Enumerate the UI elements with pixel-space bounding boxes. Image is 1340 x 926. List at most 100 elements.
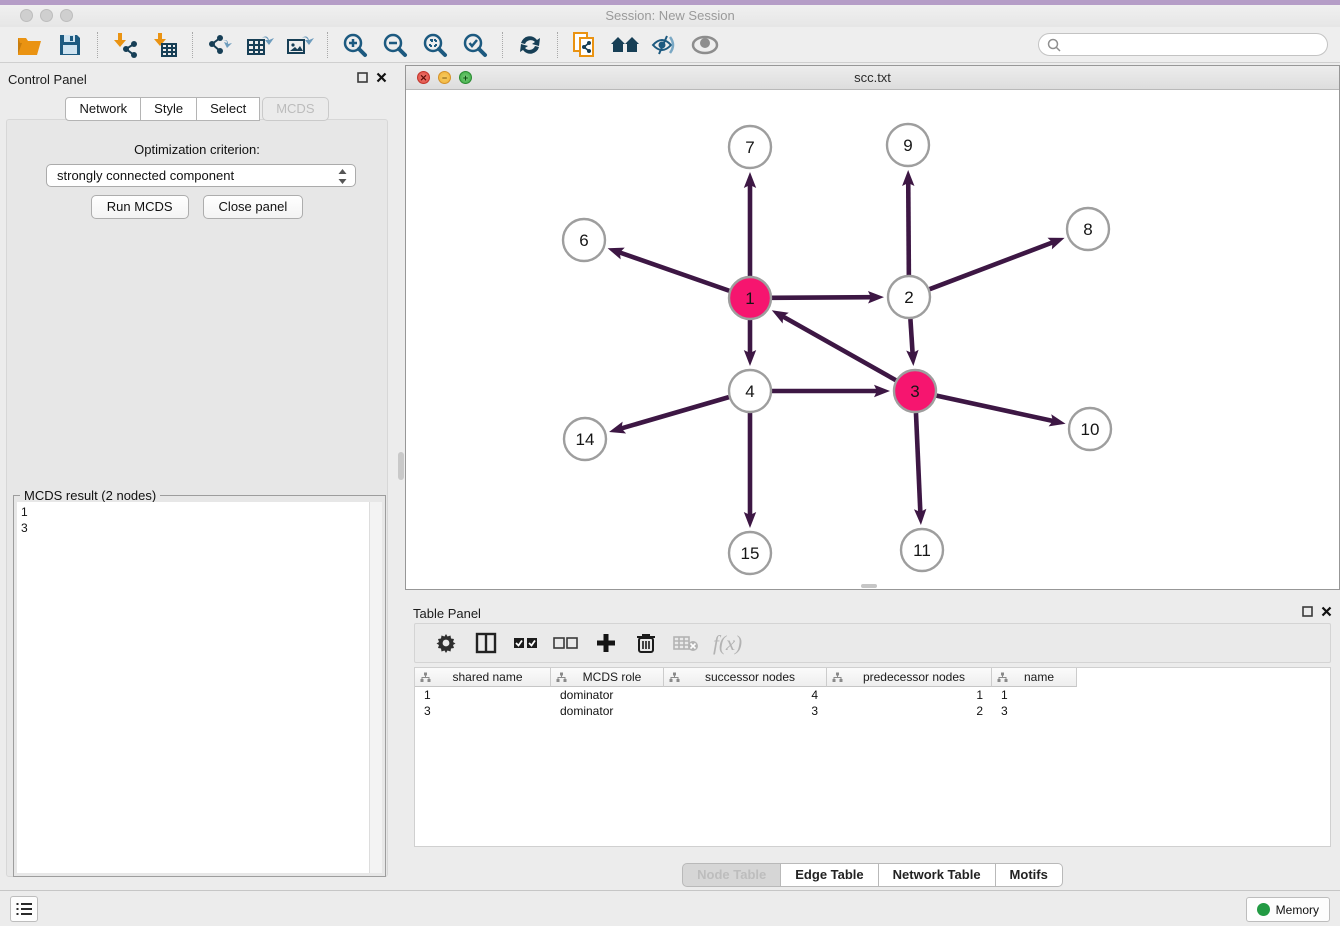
table-cell[interactable]: 1 (415, 687, 551, 703)
open-file-icon[interactable] (15, 31, 45, 59)
table-cell[interactable]: 3 (992, 703, 1077, 719)
column-type-icon (997, 672, 1008, 683)
graph-edge-3-1[interactable] (781, 316, 895, 381)
close-table-panel-icon[interactable] (1321, 606, 1332, 617)
graph-edge-2-8[interactable] (930, 242, 1055, 289)
zoom-out-icon[interactable] (380, 31, 410, 59)
search-input[interactable] (1038, 33, 1328, 56)
control-panel-tabs: NetworkStyleSelectMCDS (0, 97, 395, 121)
settings-gear-icon[interactable] (433, 630, 459, 656)
column-header-successor-nodes[interactable]: successor nodes (664, 668, 827, 687)
float-table-panel-icon[interactable] (1302, 606, 1313, 617)
network-title: scc.txt (406, 70, 1339, 85)
node-table[interactable]: shared nameMCDS rolesuccessor nodesprede… (414, 667, 1331, 847)
graph-edge-2-3[interactable] (910, 319, 912, 355)
table-cell[interactable]: dominator (551, 703, 664, 719)
close-panel-icon[interactable] (376, 72, 387, 83)
float-panel-icon[interactable] (357, 72, 368, 83)
graph-edge-4-14[interactable] (620, 397, 729, 429)
select-all-check-icon[interactable] (513, 630, 539, 656)
run-mcds-button[interactable]: Run MCDS (91, 195, 189, 219)
zoom-in-icon[interactable] (340, 31, 370, 59)
column-header-name[interactable]: name (992, 668, 1077, 687)
memory-label: Memory (1276, 903, 1319, 917)
graph-node-label-1: 1 (745, 289, 754, 308)
table-cell[interactable]: 1 (827, 687, 992, 703)
table-cell[interactable]: 1 (992, 687, 1077, 703)
clone-network-icon[interactable] (570, 31, 600, 59)
save-session-icon[interactable] (55, 31, 85, 59)
delete-table-icon (673, 630, 699, 656)
task-history-button[interactable] (10, 896, 38, 922)
table-row[interactable]: 1dominator411 (415, 687, 1330, 703)
zoom-fit-icon[interactable] (420, 31, 450, 59)
table-panel-title: Table Panel (413, 606, 481, 621)
tab-node-table[interactable]: Node Table (682, 863, 781, 887)
graph-edge-3-10[interactable] (936, 396, 1054, 422)
toolbar-separator (502, 32, 503, 58)
column-type-icon (832, 672, 843, 683)
network-canvas[interactable]: 7968124314101511 (406, 90, 1339, 589)
mcds-tab-content: Optimization criterion: strongly connect… (6, 119, 388, 877)
hide-selected-icon[interactable] (650, 31, 680, 59)
tab-network[interactable]: Network (65, 97, 141, 121)
criterion-select[interactable]: strongly connected component (46, 164, 356, 187)
function-builder-icon: f(x) (713, 630, 742, 656)
graph-edge-3-11[interactable] (916, 413, 920, 514)
toolbar-separator (557, 32, 558, 58)
tab-select[interactable]: Select (196, 97, 260, 121)
add-row-icon[interactable] (593, 630, 619, 656)
fx-label: f(x) (713, 631, 742, 656)
column-header-shared-name[interactable]: shared name (415, 668, 551, 687)
network-graph[interactable]: 7968124314101511 (406, 90, 1339, 589)
table-cell[interactable]: 4 (664, 687, 827, 703)
select-arrows-icon (337, 168, 348, 188)
canvas-scrollbar-hint[interactable] (861, 584, 877, 588)
network-view-window: ✕ − + scc.txt 7968124314101511 (405, 65, 1340, 590)
table-cell[interactable]: dominator (551, 687, 664, 703)
table-cell[interactable]: 3 (415, 703, 551, 719)
toolbar-separator (97, 32, 98, 58)
zoom-selected-icon[interactable] (460, 31, 490, 59)
column-header-MCDS-role[interactable]: MCDS role (551, 668, 664, 687)
graph-edge-2-9[interactable] (908, 181, 909, 275)
graph-node-label-15: 15 (741, 544, 760, 563)
first-neighbors-icon[interactable] (610, 31, 640, 59)
graph-node-label-4: 4 (745, 382, 754, 401)
tab-style[interactable]: Style (140, 97, 197, 121)
export-network-icon[interactable] (205, 31, 235, 59)
tab-mcds[interactable]: MCDS (262, 97, 328, 121)
table-cell[interactable]: 3 (664, 703, 827, 719)
window-title: Session: New Session (0, 8, 1340, 23)
table-row[interactable]: 3dominator323 (415, 703, 1330, 719)
graph-node-label-11: 11 (913, 541, 931, 560)
main-toolbar (0, 27, 1340, 63)
export-table-icon[interactable] (245, 31, 275, 59)
memory-button[interactable]: Memory (1246, 897, 1330, 922)
tab-network-table[interactable]: Network Table (879, 863, 996, 887)
show-columns-icon[interactable] (473, 630, 499, 656)
export-image-icon[interactable] (285, 31, 315, 59)
control-panel-title: Control Panel (8, 72, 87, 87)
panel-splitter-handle[interactable] (398, 452, 404, 480)
import-table-icon[interactable] (150, 31, 180, 59)
apply-layout-icon[interactable] (515, 31, 545, 59)
tab-edge-table[interactable]: Edge Table (781, 863, 878, 887)
tab-motifs[interactable]: Motifs (996, 863, 1063, 887)
table-cell[interactable]: 2 (827, 703, 992, 719)
graph-edge-1-2[interactable] (772, 297, 873, 298)
graph-edge-1-6[interactable] (618, 252, 729, 291)
result-scrollbar[interactable] (369, 502, 382, 873)
deselect-all-icon[interactable] (553, 630, 579, 656)
delete-row-trash-icon[interactable] (633, 630, 659, 656)
graph-node-label-10: 10 (1081, 420, 1100, 439)
column-header-predecessor-nodes[interactable]: predecessor nodes (827, 668, 992, 687)
import-network-icon[interactable] (110, 31, 140, 59)
graph-node-label-7: 7 (745, 138, 754, 157)
optimization-criterion-label: Optimization criterion: (7, 142, 387, 157)
show-all-icon[interactable] (690, 31, 720, 59)
mcds-result-box: MCDS result (2 nodes) 1 3 (13, 495, 386, 877)
close-panel-button[interactable]: Close panel (203, 195, 304, 219)
graph-node-label-6: 6 (579, 231, 588, 250)
network-window-titlebar[interactable]: ✕ − + scc.txt (406, 66, 1339, 90)
